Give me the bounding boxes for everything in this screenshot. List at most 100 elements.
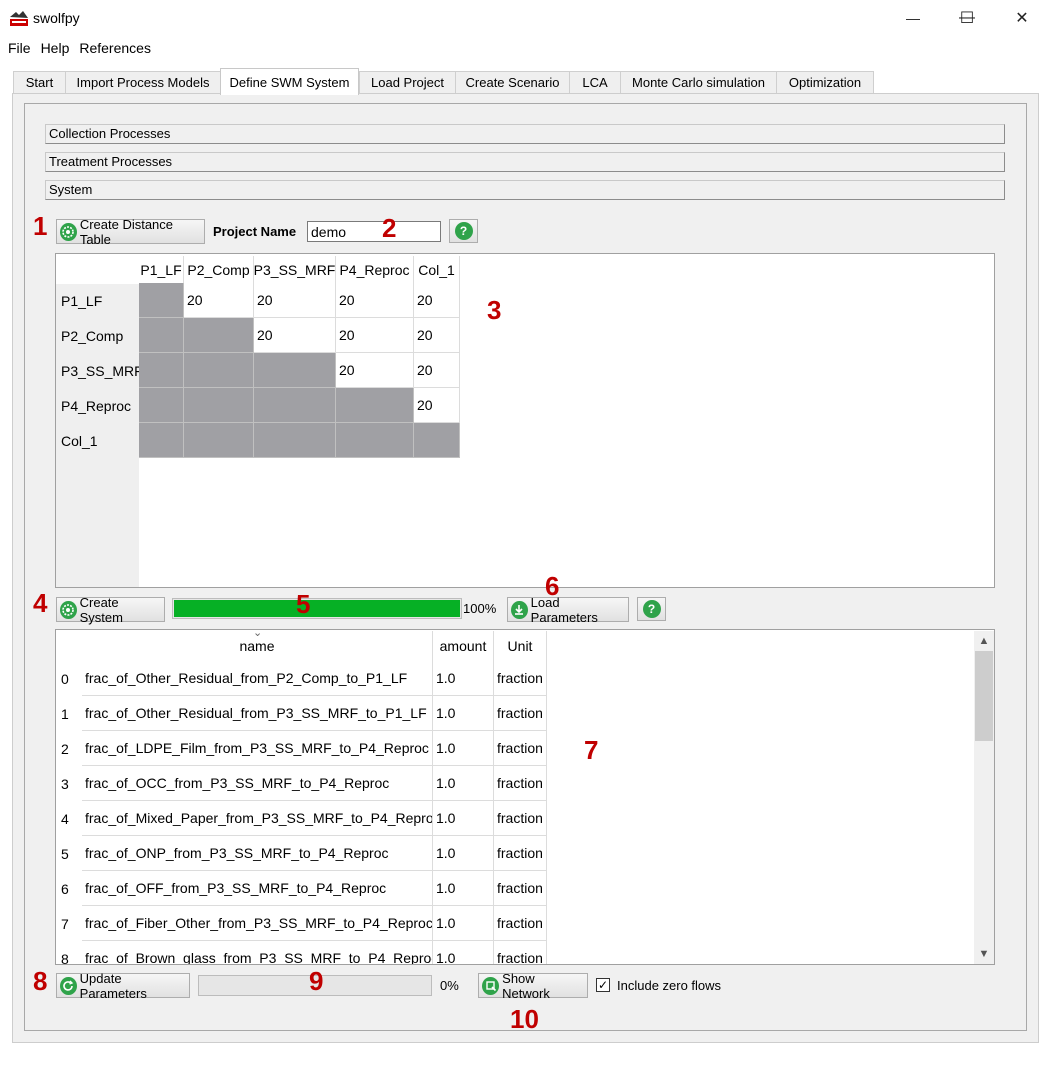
distance-cell[interactable]: 20 xyxy=(336,283,414,318)
distance-col-header[interactable]: P4_Reproc xyxy=(336,256,414,283)
param-unit-cell[interactable]: fraction xyxy=(494,801,547,836)
tab-lca[interactable]: LCA xyxy=(569,71,621,93)
tab-monte-carlo-simulation[interactable]: Monte Carlo simulation xyxy=(620,71,777,93)
tab-create-scenario[interactable]: Create Scenario xyxy=(455,71,570,93)
distance-row-header[interactable]: P2_Comp xyxy=(57,318,139,353)
param-name-cell[interactable]: frac_of_Other_Residual_from_P3_SS_MRF_to… xyxy=(82,696,433,731)
param-amount-cell[interactable]: 1.0 xyxy=(433,766,494,801)
tab-define-swm-system[interactable]: Define SWM System xyxy=(220,68,359,95)
param-unit-cell[interactable]: fraction xyxy=(494,906,547,941)
param-row-index: 7 xyxy=(61,915,69,932)
include-zero-flows-label[interactable]: Include zero flows xyxy=(617,978,721,993)
param-unit-cell[interactable]: fraction xyxy=(494,661,547,696)
section-system[interactable]: System xyxy=(45,180,1005,200)
help-icon: ? xyxy=(642,600,661,618)
distance-row-header[interactable]: P1_LF xyxy=(57,283,139,318)
project-name-input[interactable] xyxy=(307,221,441,242)
param-unit-cell[interactable]: fraction xyxy=(494,836,547,871)
create-distance-table-label: Create Distance Table xyxy=(79,216,174,247)
update-parameters-button[interactable]: Update Parameters xyxy=(56,970,190,1001)
distance-cell[interactable]: 20 xyxy=(336,318,414,353)
create-system-button[interactable]: Create System xyxy=(56,594,165,625)
param-name-cell[interactable]: frac_of_OFF_from_P3_SS_MRF_to_P4_Reproc xyxy=(82,871,433,906)
distance-cell-disabled xyxy=(254,388,336,423)
param-unit-cell[interactable]: fraction xyxy=(494,871,547,906)
distance-cell[interactable]: 20 xyxy=(414,388,460,423)
minimize-button-real[interactable]: — xyxy=(890,6,936,30)
param-col-header-amount[interactable]: amount xyxy=(433,631,494,661)
menu-help[interactable]: Help xyxy=(39,38,78,60)
distance-row-header[interactable]: P3_SS_MRF xyxy=(57,353,143,388)
maximize-button[interactable]: ☐ xyxy=(944,6,990,30)
param-name-cell[interactable]: frac_of_ONP_from_P3_SS_MRF_to_P4_Reproc xyxy=(82,836,433,871)
distance-row-header[interactable]: Col_1 xyxy=(57,423,139,458)
param-unit-cell[interactable]: fraction xyxy=(494,696,547,731)
scrollbar-thumb[interactable] xyxy=(975,651,993,741)
help-button-system[interactable]: ? xyxy=(637,597,666,621)
param-amount-cell[interactable]: 1.0 xyxy=(433,836,494,871)
help-button-distance[interactable]: ? xyxy=(449,219,478,243)
include-zero-flows-checkbox[interactable]: ✓ xyxy=(596,978,610,992)
menu-references[interactable]: References xyxy=(77,38,159,60)
scroll-down-arrow-icon[interactable]: ▼ xyxy=(974,944,994,964)
distance-cell[interactable]: 20 xyxy=(414,283,460,318)
distance-cell[interactable]: 20 xyxy=(414,353,460,388)
tab-start[interactable]: Start xyxy=(13,71,66,93)
annotation-8: 8 xyxy=(33,966,48,996)
param-row-index: 4 xyxy=(61,810,69,827)
create-distance-table-button[interactable]: Create Distance Table xyxy=(56,216,205,247)
param-row-index: 2 xyxy=(61,740,69,757)
section-treatment-processes[interactable]: Treatment Processes xyxy=(45,152,1005,172)
param-name-cell[interactable]: frac_of_Mixed_Paper_from_P3_SS_MRF_to_P4… xyxy=(82,801,433,836)
system-progress-text: 100% xyxy=(463,601,497,616)
distance-cell-disabled xyxy=(184,388,254,423)
param-name-cell[interactable]: frac_of_OCC_from_P3_SS_MRF_to_P4_Reproc xyxy=(82,766,433,801)
show-network-button[interactable]: Show Network xyxy=(478,971,588,1001)
distance-cell[interactable]: 20 xyxy=(414,318,460,353)
param-name-cell[interactable]: frac_of_Brown_glass_from_P3_SS_MRF_to_P4… xyxy=(82,941,433,964)
param-unit-cell[interactable]: fraction xyxy=(494,766,547,801)
distance-cell-disabled xyxy=(414,423,460,458)
annotation-10: 10 xyxy=(510,1004,539,1034)
menu-file[interactable]: File xyxy=(0,38,39,60)
tab-optimization[interactable]: Optimization xyxy=(776,71,874,93)
param-amount-cell[interactable]: 1.0 xyxy=(433,801,494,836)
distance-row-header[interactable]: P4_Reproc xyxy=(57,388,139,423)
param-amount-cell[interactable]: 1.0 xyxy=(433,696,494,731)
annotation-7: 7 xyxy=(584,735,599,765)
menu-bar: File Help References xyxy=(0,38,159,60)
distance-cell[interactable]: 20 xyxy=(336,353,414,388)
param-amount-cell[interactable]: 1.0 xyxy=(433,871,494,906)
param-amount-cell[interactable]: 1.0 xyxy=(433,906,494,941)
distance-col-header[interactable]: P3_SS_MRF xyxy=(254,256,336,283)
tab-import-process-models[interactable]: Import Process Models xyxy=(65,71,221,93)
param-unit-cell[interactable]: fraction xyxy=(494,731,547,766)
close-button[interactable]: ✕ xyxy=(999,6,1045,30)
minimize-glyph-icon: — xyxy=(906,10,920,26)
create-system-label: Create System xyxy=(79,594,123,625)
distance-col-header[interactable]: P2_Comp xyxy=(184,256,254,283)
section-collection-processes[interactable]: Collection Processes xyxy=(45,124,1005,144)
param-amount-cell[interactable]: 1.0 xyxy=(433,731,494,766)
param-amount-cell[interactable]: 1.0 xyxy=(433,941,494,964)
distance-col-header[interactable]: P1_LF xyxy=(139,256,184,283)
param-amount-cell[interactable]: 1.0 xyxy=(433,661,494,696)
swolfpy-logo-icon xyxy=(10,11,28,26)
param-name-cell[interactable]: frac_of_Fiber_Other_from_P3_SS_MRF_to_P4… xyxy=(82,906,433,941)
param-name-cell[interactable]: frac_of_Other_Residual_from_P2_Comp_to_P… xyxy=(82,661,433,696)
distance-cell[interactable]: 20 xyxy=(184,283,254,318)
scroll-up-arrow-icon[interactable]: ▲ xyxy=(974,631,994,651)
tab-load-project[interactable]: Load Project xyxy=(359,71,456,93)
distance-cell[interactable]: 20 xyxy=(254,283,336,318)
load-parameters-button[interactable]: Load Parameters xyxy=(507,595,629,625)
param-unit-cell[interactable]: fraction xyxy=(494,941,547,964)
distance-col-header[interactable]: Col_1 xyxy=(414,256,460,283)
system-progress-fill xyxy=(174,600,460,617)
update-parameters-label: Update Parameters xyxy=(79,970,147,1001)
param-col-header-unit[interactable]: Unit xyxy=(494,631,547,661)
param-col-header-name[interactable]: name xyxy=(82,631,433,661)
param-name-cell[interactable]: frac_of_LDPE_Film_from_P3_SS_MRF_to_P4_R… xyxy=(82,731,433,766)
annotation-3: 3 xyxy=(487,295,502,325)
param-row-index: 8 xyxy=(61,950,69,965)
distance-cell[interactable]: 20 xyxy=(254,318,336,353)
